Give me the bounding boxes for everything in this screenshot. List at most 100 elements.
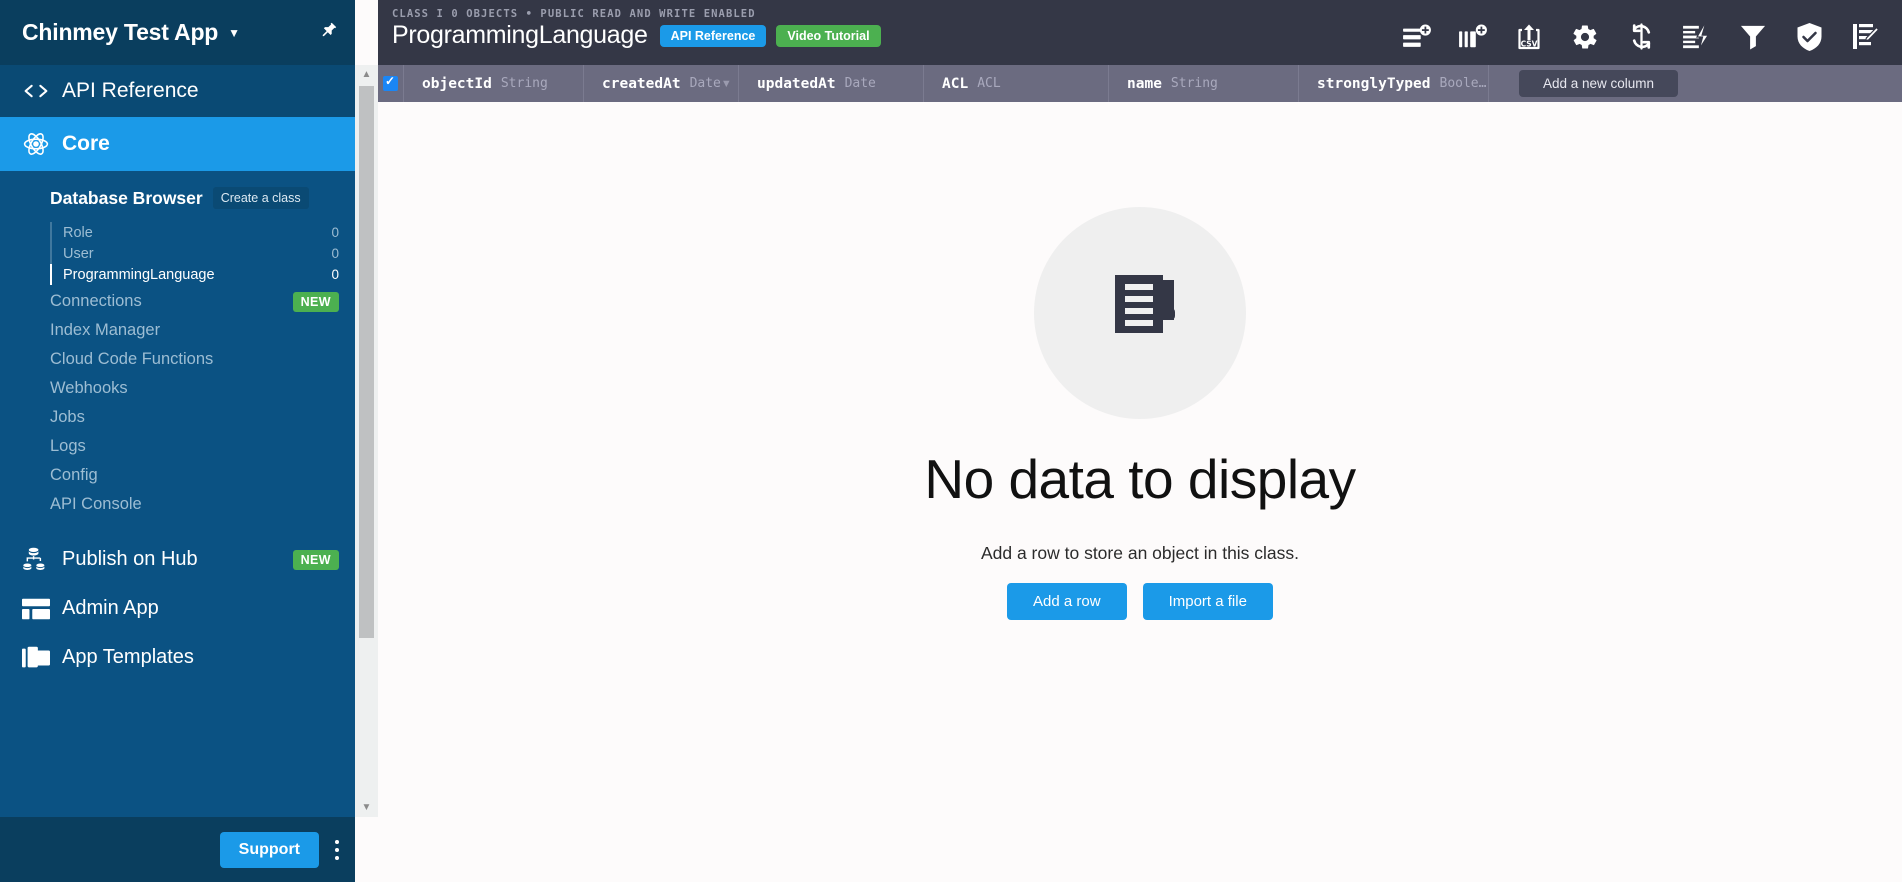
column-type: String <box>1170 76 1218 91</box>
database-browser-header: Database Browser Create a class <box>0 183 355 215</box>
toolbar: CSV <box>1400 8 1902 65</box>
sidebar-item-label: Config <box>50 466 98 484</box>
class-item-programminglanguage[interactable]: ProgrammingLanguage 0 <box>50 264 355 285</box>
new-badge: NEW <box>292 291 339 312</box>
scroll-down-arrow-icon[interactable]: ▼ <box>355 798 378 817</box>
column-name: name <box>1127 75 1162 92</box>
edit-document-icon[interactable] <box>1848 20 1882 54</box>
add-column-icon[interactable] <box>1456 20 1490 54</box>
column-type: Date <box>689 76 721 91</box>
pin-icon[interactable] <box>313 18 343 48</box>
class-name-label: Role <box>63 224 93 241</box>
column-name: updatedAt <box>757 75 836 92</box>
column-header-name[interactable]: name String <box>1109 65 1299 102</box>
sidebar-item-config[interactable]: Config <box>0 461 355 490</box>
column-header-updatedat[interactable]: updatedAt Date <box>739 65 924 102</box>
sidebar-item-admin-app[interactable]: Admin App <box>0 584 355 633</box>
sidebar-item-label: Index Manager <box>50 321 161 339</box>
sidebar-item-webhooks[interactable]: Webhooks <box>0 374 355 403</box>
class-item-user[interactable]: User 0 <box>50 243 355 264</box>
class-header: CLASS I 0 OBJECTS • PUBLIC READ AND WRIT… <box>378 0 1902 65</box>
refresh-icon[interactable] <box>1624 20 1658 54</box>
page-title: ProgrammingLanguage <box>392 21 648 49</box>
app-switcher-bar[interactable]: Chinmey Test App ▼ <box>0 0 355 65</box>
column-header-acl[interactable]: ACL ACL <box>924 65 1109 102</box>
app-name-label: Chinmey Test App <box>22 19 219 45</box>
sidebar-item-label: API Reference <box>62 79 199 102</box>
sidebar-scrollbar[interactable]: ▲ ▼ <box>355 65 378 817</box>
add-a-new-column-button[interactable]: Add a new column <box>1519 70 1679 97</box>
sidebar-item-publish-on-hub[interactable]: Publish on Hub NEW <box>0 535 355 584</box>
class-list: Role 0 User 0 ProgrammingLanguage 0 <box>0 222 355 285</box>
sort-descending-icon[interactable]: ▼ <box>721 78 732 90</box>
column-header-objectid[interactable]: objectId String <box>404 65 584 102</box>
add-row-icon[interactable] <box>1400 20 1434 54</box>
empty-state-title: No data to display <box>924 448 1356 510</box>
support-button[interactable]: Support <box>219 831 319 868</box>
column-name: createdAt <box>602 75 681 92</box>
create-a-class-button[interactable]: Create a class <box>212 187 309 209</box>
sidebar-item-logs[interactable]: Logs <box>0 432 355 461</box>
video-tutorial-button[interactable]: Video Tutorial <box>776 24 881 47</box>
sidebar-primary-nav: API Reference Core <box>0 65 355 171</box>
sidebar-item-index-manager[interactable]: Index Manager <box>0 316 355 345</box>
import-a-file-button[interactable]: Import a file <box>1142 583 1273 620</box>
empty-state: No data to display Add a row to store an… <box>378 102 1902 882</box>
sidebar-item-app-templates[interactable]: App Templates <box>0 633 355 682</box>
code-brackets-icon <box>14 82 58 100</box>
class-name-label: ProgrammingLanguage <box>63 266 215 283</box>
column-name: objectId <box>422 75 492 92</box>
hub-database-icon <box>14 546 58 573</box>
class-count: 0 <box>331 267 339 282</box>
add-a-row-button[interactable]: Add a row <box>1007 583 1127 620</box>
layout-panels-icon <box>14 598 58 620</box>
column-type: ACL <box>977 76 1001 91</box>
export-csv-icon[interactable]: CSV <box>1512 20 1546 54</box>
sidebar-item-connections[interactable]: Connections NEW <box>0 287 355 316</box>
sidebar-item-label: Core <box>62 132 110 155</box>
documents-stack-icon <box>1099 270 1181 357</box>
gear-icon[interactable] <box>1568 20 1602 54</box>
sidebar: Chinmey Test App ▼ API Reference Core Da… <box>0 0 355 882</box>
more-vertical-icon[interactable] <box>335 839 339 860</box>
empty-state-subtitle: Add a row to store an object in this cla… <box>980 543 1300 563</box>
sidebar-scroll-area: API Reference Core Database Browser Crea… <box>0 65 355 817</box>
api-reference-button[interactable]: API Reference <box>659 24 767 47</box>
class-title-row: ProgrammingLanguage API Reference Video … <box>392 21 881 50</box>
bulk-action-icon[interactable] <box>1680 20 1714 54</box>
select-all-checkbox[interactable] <box>383 74 398 91</box>
column-name: stronglyTyped <box>1317 75 1431 92</box>
sidebar-item-cloud-code-functions[interactable]: Cloud Code Functions <box>0 345 355 374</box>
templates-stack-icon <box>14 646 58 670</box>
app-root: Chinmey Test App ▼ API Reference Core Da… <box>0 0 1902 882</box>
svg-text:CSV: CSV <box>1521 39 1538 48</box>
class-name-label: User <box>63 245 94 262</box>
sidebar-secondary-nav: Publish on Hub NEW Admin App App Templat… <box>0 535 355 686</box>
sidebar-item-core[interactable]: Core <box>0 117 355 171</box>
sidebar-item-label: Connections <box>50 292 142 310</box>
column-type: Date <box>844 76 876 91</box>
sidebar-item-label: Webhooks <box>50 379 128 397</box>
scrollbar-thumb[interactable] <box>359 86 374 638</box>
empty-state-icon-circle <box>1034 207 1246 419</box>
sidebar-item-api-reference[interactable]: API Reference <box>0 65 355 117</box>
class-item-role[interactable]: Role 0 <box>50 222 355 243</box>
class-count: 0 <box>331 225 339 240</box>
select-all-cell[interactable] <box>378 65 404 102</box>
database-browser-section: Database Browser Create a class Role 0 U… <box>0 171 355 535</box>
filter-icon[interactable] <box>1736 20 1770 54</box>
sidebar-item-api-console[interactable]: API Console <box>0 490 355 519</box>
class-meta-label: CLASS I 0 OBJECTS • PUBLIC READ AND WRIT… <box>392 8 756 20</box>
sidebar-item-label: App Templates <box>62 646 194 668</box>
main-content: CLASS I 0 OBJECTS • PUBLIC READ AND WRIT… <box>378 0 1902 882</box>
column-type: Boole… <box>1439 76 1487 91</box>
column-header-stronglytyped[interactable]: stronglyTyped Boole… <box>1299 65 1489 102</box>
security-shield-icon[interactable] <box>1792 20 1826 54</box>
sidebar-item-label: Jobs <box>50 408 85 426</box>
table-header-row: objectId String createdAt Date ▼ updated… <box>378 65 1902 102</box>
sidebar-item-jobs[interactable]: Jobs <box>0 403 355 432</box>
chevron-down-icon[interactable]: ▼ <box>228 26 240 40</box>
class-header-left: CLASS I 0 OBJECTS • PUBLIC READ AND WRIT… <box>392 8 881 50</box>
scroll-up-arrow-icon[interactable]: ▲ <box>355 65 378 84</box>
column-header-createdat[interactable]: createdAt Date ▼ <box>584 65 739 102</box>
